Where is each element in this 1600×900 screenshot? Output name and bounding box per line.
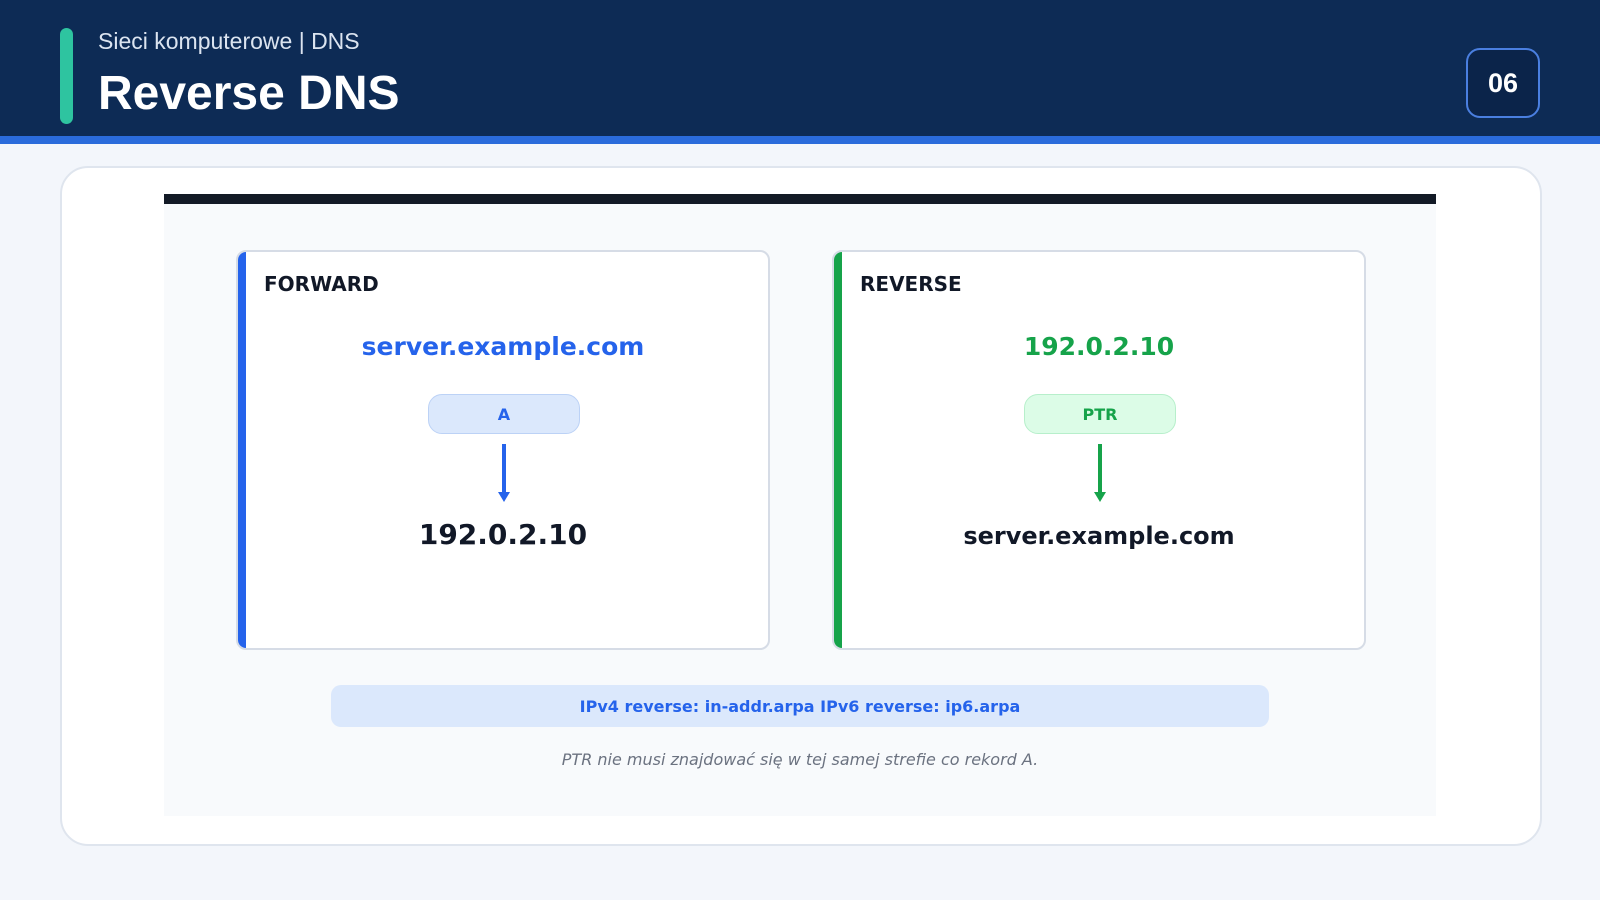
accent-bar <box>60 28 73 124</box>
reverse-label: REVERSE <box>860 272 962 296</box>
arrow-down-icon <box>498 444 510 502</box>
reverse-target: server.example.com <box>963 522 1235 550</box>
page-title: Reverse DNS <box>98 67 400 120</box>
info-bar: IPv4 reverse: in-addr.arpa IPv6 reverse:… <box>331 685 1269 727</box>
diagram-top-bar <box>164 194 1436 204</box>
forward-stripe <box>238 252 246 648</box>
page-subtitle: Sieci komputerowe | DNS <box>98 28 360 54</box>
forward-record-pill: A <box>428 394 580 434</box>
forward-panel: FORWARD server.example.com A 192.0.2.10 <box>236 250 770 650</box>
page-number-badge: 06 <box>1466 48 1540 118</box>
arrow-down-icon <box>1094 444 1106 502</box>
footnote: PTR nie musi znajdować się w tej samej s… <box>561 750 1039 769</box>
reverse-record-pill: PTR <box>1024 394 1176 434</box>
reverse-stripe <box>834 252 842 648</box>
forward-label: FORWARD <box>264 272 379 296</box>
header: Sieci komputerowe | DNS Reverse DNS 06 <box>0 0 1600 144</box>
forward-source: server.example.com <box>361 332 645 361</box>
forward-target: 192.0.2.10 <box>418 518 588 551</box>
reverse-source: 192.0.2.10 <box>1023 332 1175 361</box>
reverse-panel: REVERSE 192.0.2.10 PTR server.example.co… <box>832 250 1366 650</box>
